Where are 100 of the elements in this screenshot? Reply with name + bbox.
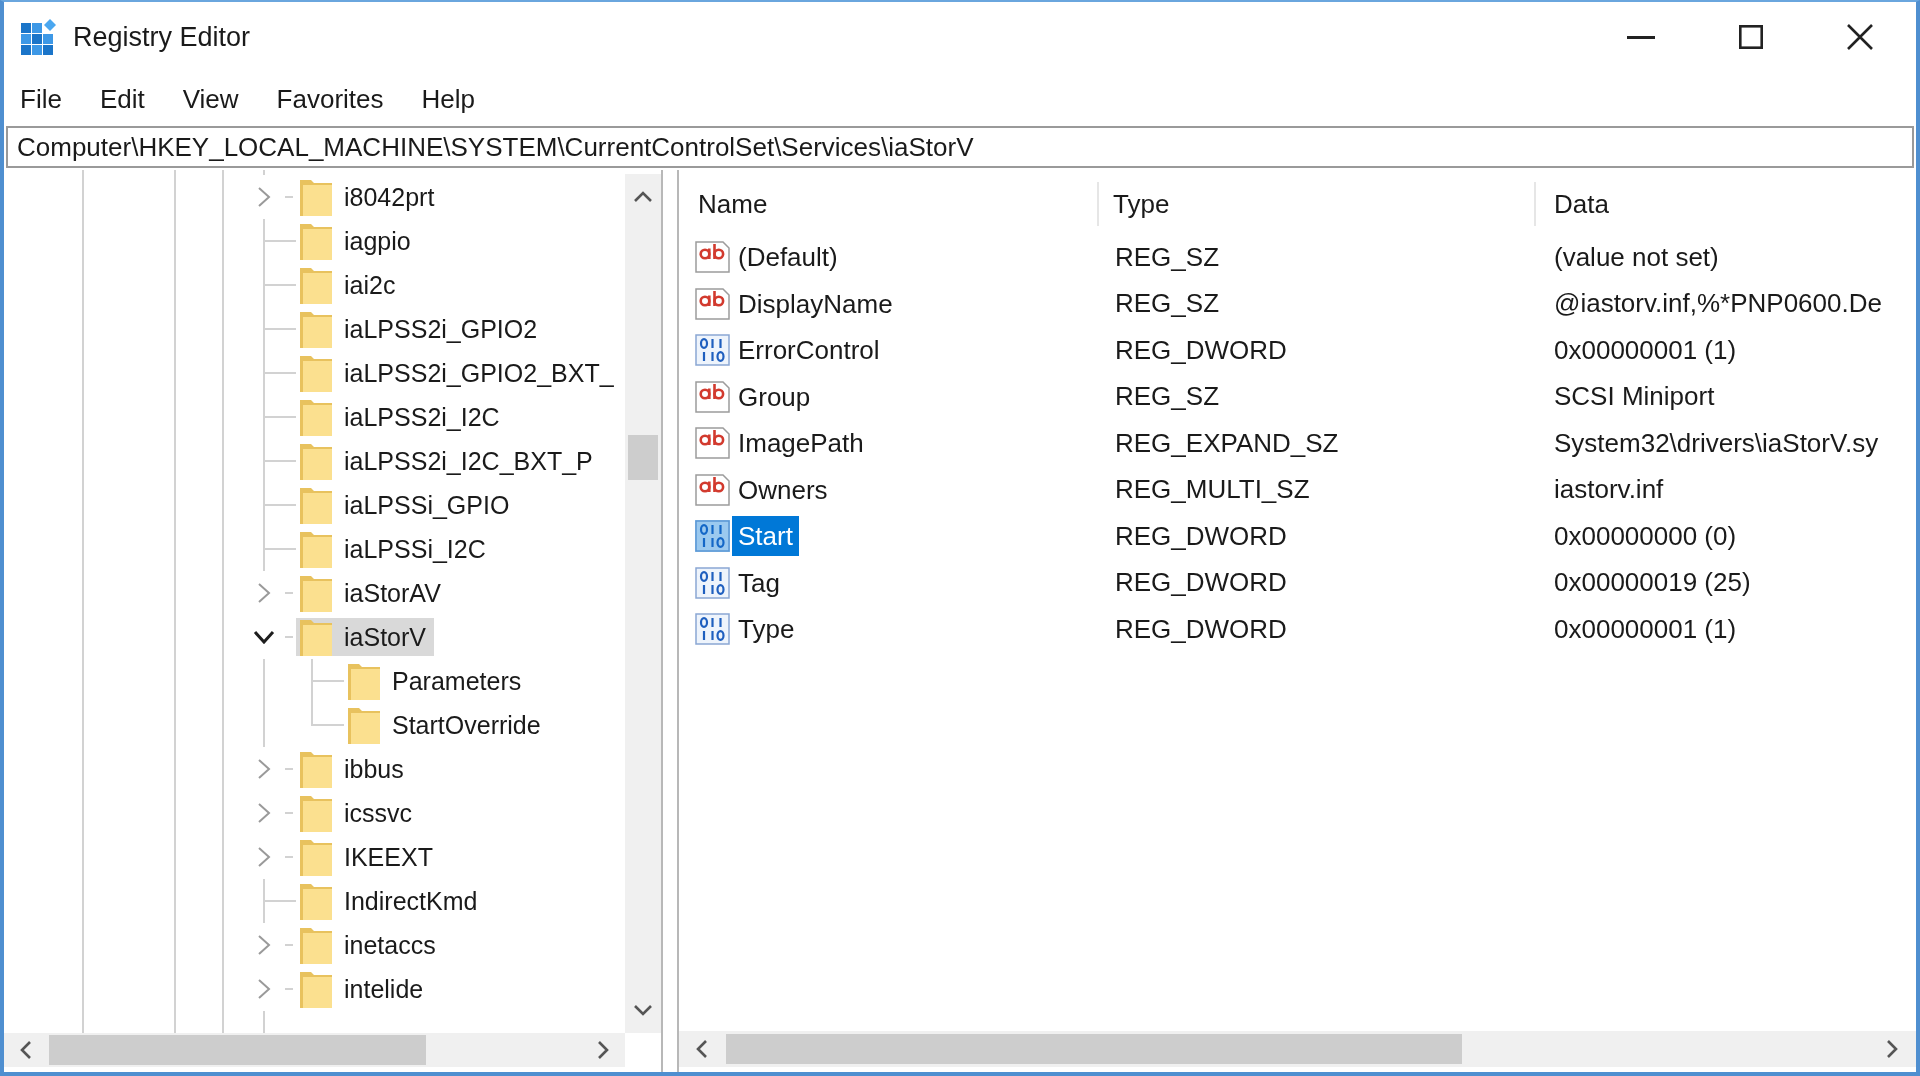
address-field[interactable]: Computer\HKEY_LOCAL_MACHINE\SYSTEM\CurrentControlSet\Services\iaStorV [6, 126, 1914, 168]
tree-item[interactable]: iai2c [296, 266, 404, 304]
chevron-right-icon[interactable] [257, 186, 271, 208]
table-cell: (value not set) [1554, 241, 1719, 272]
tree-item[interactable]: IndirectKmd [296, 882, 486, 920]
table-cell: 0x00000001 (1) [1554, 334, 1737, 365]
ab-icon [695, 427, 730, 460]
ab-icon [695, 287, 730, 320]
chevron-right-icon[interactable] [257, 978, 271, 1000]
tree-item[interactable]: iaStorAV [296, 574, 449, 612]
folder-icon [348, 662, 380, 700]
vertical-scrollbar[interactable] [625, 174, 661, 1033]
tree-item[interactable]: iaLPSS2i_I2C [296, 398, 508, 436]
menu-item[interactable]: Edit [91, 79, 153, 119]
tree-item[interactable]: iaLPSSi_I2C [296, 530, 494, 568]
folder-icon [300, 354, 332, 392]
folder-icon [300, 486, 332, 524]
close-icon[interactable] [1847, 24, 1873, 50]
tree-item[interactable]: ibbus [296, 750, 412, 788]
chevron-right-icon[interactable] [257, 934, 271, 956]
value-name[interactable]: Tag [732, 562, 786, 603]
tree-item[interactable]: iaLPSS2i_I2C_BXT_P [296, 442, 601, 480]
tree-item[interactable]: IKEEXT [296, 838, 441, 876]
folder-icon [300, 750, 332, 788]
tree-item[interactable]: iagpio [296, 222, 419, 260]
table-cell: REG_SZ [1115, 241, 1220, 272]
tree-item[interactable]: intelide [296, 970, 432, 1008]
menu-item[interactable]: File [12, 79, 70, 119]
table-cell: SCSI Miniport [1554, 381, 1715, 412]
scroll-up-icon[interactable] [633, 191, 653, 203]
table-cell: REG_DWORD [1115, 334, 1287, 365]
table-cell: iastorv.inf [1554, 474, 1664, 505]
folder-icon [300, 310, 332, 348]
tree-item[interactable]: iaLPSS2i_GPIO2_BXT_ [296, 354, 622, 392]
folder-icon [300, 970, 332, 1008]
binary-icon [695, 613, 730, 646]
table-cell: REG_SZ [1115, 381, 1220, 412]
folder-icon [300, 266, 332, 304]
tree-item[interactable]: iaLPSS2i_GPIO2 [296, 310, 546, 348]
binary-icon [695, 566, 730, 599]
binary-icon [695, 334, 730, 367]
table-cell: @iastorv.inf,%*PNP0600.De [1554, 288, 1882, 319]
horizontal-scrollbar[interactable] [679, 1031, 1916, 1067]
folder-icon [300, 926, 332, 964]
chevron-right-icon[interactable] [257, 846, 271, 868]
table-cell: REG_MULTI_SZ [1115, 474, 1310, 505]
column-header[interactable]: Type [1113, 188, 1170, 220]
value-name[interactable]: DisplayName [732, 283, 899, 324]
minimize-icon[interactable] [1627, 35, 1655, 39]
scrollbar-thumb[interactable] [628, 435, 658, 480]
tree-item[interactable]: inetaccs [296, 926, 444, 964]
table-cell: REG_DWORD [1115, 613, 1287, 644]
folder-icon [300, 838, 332, 876]
menu-item[interactable]: Help [413, 79, 483, 119]
scroll-right-icon[interactable] [597, 1040, 609, 1060]
folder-icon [300, 530, 332, 568]
ab-icon [695, 473, 730, 506]
binary-icon [695, 520, 730, 553]
column-header[interactable]: Name [698, 188, 768, 220]
folder-icon [300, 794, 332, 832]
column-header[interactable]: Data [1554, 188, 1609, 220]
maximize-icon[interactable] [1739, 25, 1763, 49]
folder-icon [300, 442, 332, 480]
value-name[interactable]: Group [732, 376, 817, 417]
value-name[interactable]: (Default) [732, 237, 844, 278]
folder-icon [300, 398, 332, 436]
horizontal-scrollbar[interactable] [4, 1033, 625, 1067]
value-name[interactable]: Type [732, 609, 801, 650]
tree-item[interactable]: icssvc [296, 794, 421, 832]
tree-item[interactable]: iaLPSSi_GPIO [296, 486, 518, 524]
table-cell: 0x00000000 (0) [1554, 520, 1737, 551]
table-cell: REG_DWORD [1115, 520, 1287, 551]
value-name[interactable]: Owners [732, 469, 834, 510]
table-cell: System32\drivers\iaStorV.sy [1554, 427, 1879, 458]
chevron-right-icon[interactable] [257, 802, 271, 824]
table-cell: REG_EXPAND_SZ [1115, 427, 1339, 458]
table-cell: REG_DWORD [1115, 567, 1287, 598]
menu-item[interactable]: View [174, 79, 247, 119]
tree-item[interactable]: StartOverride [344, 706, 549, 744]
menu-item[interactable]: Favorites [268, 79, 392, 119]
folder-icon [300, 574, 332, 612]
scroll-right-icon[interactable] [1886, 1039, 1898, 1059]
folder-icon [348, 706, 380, 744]
table-cell: REG_SZ [1115, 288, 1220, 319]
table-cell: 0x00000019 (25) [1554, 567, 1751, 598]
chevron-down-icon[interactable] [253, 630, 275, 644]
value-name[interactable]: ErrorControl [732, 330, 886, 371]
scrollbar-thumb[interactable] [726, 1034, 1462, 1064]
tree-item[interactable]: iaStorV [296, 618, 434, 656]
tree-item[interactable]: Parameters [344, 662, 530, 700]
chevron-right-icon[interactable] [257, 758, 271, 780]
folder-icon [300, 222, 332, 260]
tree-item[interactable]: i8042prt [296, 178, 443, 216]
scroll-left-icon[interactable] [696, 1039, 708, 1059]
scroll-left-icon[interactable] [20, 1040, 32, 1060]
chevron-right-icon[interactable] [257, 582, 271, 604]
value-name[interactable]: Start [732, 516, 799, 557]
scrollbar-thumb[interactable] [49, 1035, 426, 1065]
value-name[interactable]: ImagePath [732, 423, 870, 464]
scroll-down-icon[interactable] [633, 1004, 653, 1016]
